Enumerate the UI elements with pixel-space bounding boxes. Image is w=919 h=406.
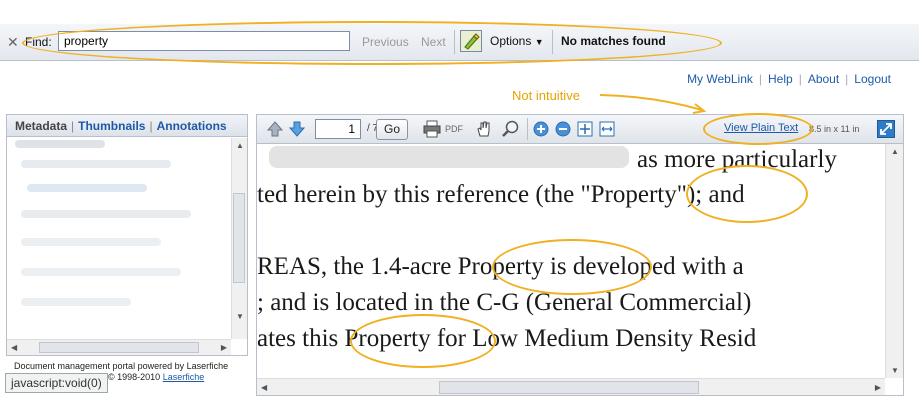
- blurred-text: [21, 268, 181, 276]
- tab-metadata[interactable]: Metadata: [15, 119, 67, 133]
- my-weblink-link[interactable]: My WebLink: [687, 72, 753, 86]
- doc-line: ted herein by this reference (the "Prope…: [257, 181, 745, 208]
- chevron-down-icon: ▼: [534, 37, 544, 47]
- doc-line: as more particularly: [637, 146, 837, 173]
- blurred-text: [27, 184, 147, 192]
- blurred-text: [21, 210, 191, 218]
- divider: [552, 30, 553, 54]
- scroll-left-icon[interactable]: ◀: [11, 343, 17, 352]
- options-dropdown[interactable]: Options ▼: [490, 34, 544, 48]
- zoom-region-icon[interactable]: [501, 120, 521, 138]
- expand-glyph: [880, 123, 892, 135]
- logout-link[interactable]: Logout: [854, 72, 891, 86]
- blurred-text: [15, 140, 105, 148]
- find-input[interactable]: [58, 31, 350, 51]
- left-panel: Metadata | Thumbnails | Annotations ▲ ▼ ◀ ▶: [6, 114, 248, 356]
- annotation-note: Not intuitive: [512, 88, 580, 103]
- options-label: Options: [490, 34, 532, 48]
- zoom-in-icon[interactable]: [533, 121, 549, 137]
- left-vertical-scrollbar[interactable]: ▲ ▼: [231, 138, 247, 339]
- next-page-icon[interactable]: [289, 121, 305, 137]
- browser-status-bar: javascript:void(0): [5, 373, 108, 393]
- tab-thumbnails[interactable]: Thumbnails: [78, 119, 145, 133]
- pdf-button[interactable]: PDF: [445, 124, 463, 134]
- help-link[interactable]: Help: [768, 72, 793, 86]
- highlighter-icon[interactable]: [460, 30, 482, 52]
- scroll-thumb[interactable]: [233, 193, 245, 283]
- copyright-text: © 1998-2010 Laserfiche: [108, 372, 205, 382]
- top-links: My WebLink | Help | About | Logout: [687, 72, 891, 86]
- scroll-right-icon[interactable]: ▶: [875, 383, 881, 392]
- find-next-button[interactable]: Next: [421, 35, 446, 49]
- expand-icon[interactable]: [877, 120, 895, 138]
- divider: [454, 30, 455, 54]
- zoom-out-icon[interactable]: [555, 121, 571, 137]
- page-size: 8.5 in x 11 in: [809, 124, 860, 134]
- scroll-left-icon[interactable]: ◀: [261, 383, 267, 392]
- doc-line: REAS, the 1.4-acre Property is developed…: [257, 253, 744, 280]
- doc-line: ates this Property for Low Medium Densit…: [257, 325, 757, 352]
- metadata-content: [7, 138, 231, 338]
- annotation-arrow: [599, 94, 707, 114]
- page-number-input[interactable]: [315, 119, 361, 139]
- scroll-up-icon[interactable]: ▲: [891, 147, 899, 156]
- doc-line: ; and is located in the C-G (General Com…: [257, 289, 752, 316]
- find-label: Find:: [25, 35, 52, 49]
- scroll-down-icon[interactable]: ▼: [236, 312, 244, 321]
- left-panel-tabs: Metadata | Thumbnails | Annotations: [7, 115, 247, 137]
- viewer-horizontal-scrollbar[interactable]: ◀ ▶: [257, 378, 885, 395]
- document-viewer: / 7 Go PDF View Plain Text 8.5 in x 11 i…: [256, 114, 904, 396]
- scroll-down-icon[interactable]: ▼: [891, 366, 899, 375]
- print-icon[interactable]: [423, 120, 441, 138]
- close-find-icon[interactable]: ✕: [7, 34, 19, 51]
- find-previous-button[interactable]: Previous: [362, 35, 409, 49]
- tab-annotations[interactable]: Annotations: [157, 119, 227, 133]
- scroll-thumb[interactable]: [439, 381, 699, 394]
- find-bar: ✕ Find: Previous Next Options ▼ No match…: [0, 24, 919, 61]
- document-page: as more particularly ted herein by this …: [257, 144, 885, 378]
- find-status: No matches found: [561, 34, 666, 48]
- viewer-vertical-scrollbar[interactable]: ▲ ▼: [885, 144, 903, 378]
- go-button[interactable]: Go: [376, 119, 408, 140]
- highlighter-glyph: [464, 33, 480, 50]
- left-horizontal-scrollbar[interactable]: ◀ ▶: [7, 339, 231, 355]
- pan-hand-icon[interactable]: [475, 120, 493, 138]
- divider: [527, 118, 528, 140]
- scroll-right-icon[interactable]: ▶: [221, 343, 227, 352]
- blurred-text: [21, 238, 161, 246]
- powered-by-text: Document management portal powered by La…: [14, 361, 229, 371]
- blurred-text: [269, 146, 629, 168]
- previous-page-icon[interactable]: [267, 121, 283, 137]
- about-link[interactable]: About: [808, 72, 839, 86]
- scroll-up-icon[interactable]: ▲: [236, 141, 244, 150]
- view-plain-text-link[interactable]: View Plain Text: [724, 122, 798, 134]
- blurred-text: [21, 298, 131, 306]
- scroll-thumb[interactable]: [39, 342, 199, 353]
- laserfiche-link[interactable]: Laserfiche: [163, 372, 205, 382]
- viewer-toolbar: / 7 Go PDF View Plain Text 8.5 in x 11 i…: [257, 115, 903, 144]
- fit-page-icon[interactable]: [577, 121, 593, 137]
- blurred-text: [21, 160, 171, 168]
- fit-width-icon[interactable]: [599, 121, 615, 137]
